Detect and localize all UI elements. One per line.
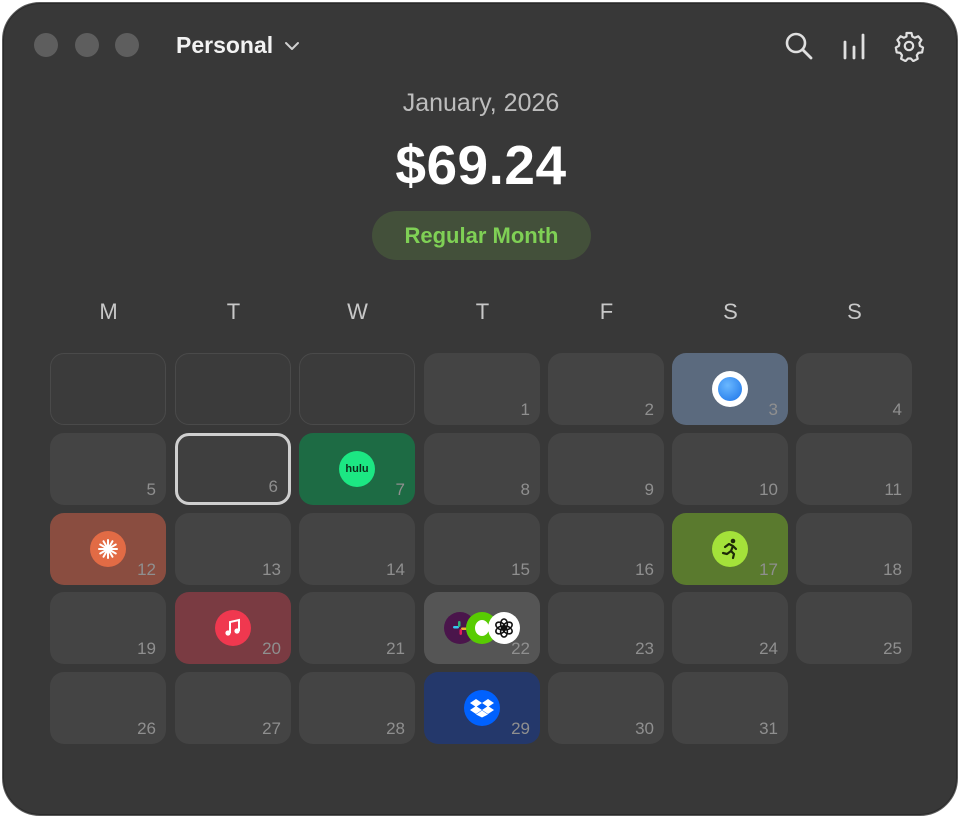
calendar-day-14[interactable]: 14 (299, 513, 415, 585)
app-window: Personal January, 2026 $69.24 Regular Mo… (2, 2, 958, 816)
apple-music-icon (215, 610, 251, 646)
day-number: 29 (511, 719, 530, 738)
day-number: 2 (644, 400, 654, 419)
close-window-button[interactable] (34, 33, 58, 57)
calendar-day-30[interactable]: 30 (548, 672, 664, 744)
day-number: 27 (262, 719, 281, 738)
calendar-day-29[interactable]: 29 (424, 672, 540, 744)
dropbox-icon (464, 690, 500, 726)
day-number: 18 (883, 560, 902, 579)
calendar-empty-cell (50, 353, 166, 425)
calendar-day-1[interactable]: 1 (424, 353, 540, 425)
fitness-icon (712, 531, 748, 567)
day-number: 6 (268, 477, 278, 496)
month-title: January, 2026 (402, 89, 560, 117)
day-number: 21 (386, 639, 405, 658)
circle-app-icon (712, 371, 748, 407)
day-number: 5 (146, 480, 156, 499)
calendar-day-22[interactable]: 22 (424, 592, 540, 664)
day-number: 8 (520, 480, 530, 499)
claude-icon (90, 531, 126, 567)
day-number: 24 (759, 639, 778, 658)
calendar-day-26[interactable]: 26 (50, 672, 166, 744)
calendar-day-15[interactable]: 15 (424, 513, 540, 585)
day-number: 20 (262, 639, 281, 658)
hulu-icon: hulu (339, 451, 375, 487)
calendar-day-13[interactable]: 13 (175, 513, 291, 585)
calendar-day-18[interactable]: 18 (796, 513, 912, 585)
calendar-day-9[interactable]: 9 (548, 433, 664, 505)
day-number: 11 (884, 480, 902, 499)
day-number: 30 (635, 719, 654, 738)
account-selector[interactable]: Personal (176, 32, 301, 59)
day-number: 13 (262, 560, 281, 579)
weekday-label: T (475, 299, 490, 324)
calendar-day-28[interactable]: 28 (299, 672, 415, 744)
minimize-window-button[interactable] (75, 33, 99, 57)
calendar-day-5[interactable]: 5 (50, 433, 166, 505)
calendar-day-25[interactable]: 25 (796, 592, 912, 664)
calendar-day-31[interactable]: 31 (672, 672, 788, 744)
calendar-day-23[interactable]: 23 (548, 592, 664, 664)
weekday-label: M (99, 299, 118, 324)
day-number: 7 (395, 480, 405, 499)
day-number: 3 (768, 400, 778, 419)
day-number: 1 (520, 400, 530, 419)
calendar-empty-cell (175, 353, 291, 425)
month-status-badge: Regular Month (372, 211, 591, 260)
calendar-day-19[interactable]: 19 (50, 592, 166, 664)
account-label: Personal (176, 32, 274, 58)
day-number: 28 (386, 719, 405, 738)
day-number: 17 (759, 560, 778, 579)
weekday-label: F (599, 299, 614, 324)
day-number: 15 (511, 560, 530, 579)
day-number: 9 (644, 480, 654, 499)
stats-icon[interactable] (839, 30, 871, 62)
calendar-day-3[interactable]: 3 (672, 353, 788, 425)
day-number: 4 (892, 400, 902, 419)
settings-icon[interactable] (893, 30, 925, 62)
calendar-empty-cell (299, 353, 415, 425)
calendar-day-7[interactable]: hulu 7 (299, 433, 415, 505)
calendar-day-17[interactable]: 17 (672, 513, 788, 585)
calendar-day-20[interactable]: 20 (175, 592, 291, 664)
weekday-label: S (847, 299, 862, 324)
weekday-label: W (347, 299, 368, 324)
calendar-day-12[interactable]: 12 (50, 513, 166, 585)
calendar-day-4[interactable]: 4 (796, 353, 912, 425)
calendar-day-2[interactable]: 2 (548, 353, 664, 425)
calendar-day-27[interactable]: 27 (175, 672, 291, 744)
search-icon[interactable] (783, 30, 815, 62)
calendar-day-10[interactable]: 10 (672, 433, 788, 505)
calendar-day-21[interactable]: 21 (299, 592, 415, 664)
day-number: 26 (137, 719, 156, 738)
calendar-day-6[interactable]: 6 (175, 433, 291, 505)
day-number: 23 (635, 639, 654, 658)
day-number: 14 (386, 560, 405, 579)
chevron-down-icon (285, 41, 300, 50)
calendar-day-11[interactable]: 11 (796, 433, 912, 505)
day-number: 10 (759, 480, 778, 499)
calendar-day-24[interactable]: 24 (672, 592, 788, 664)
weekday-label: T (226, 299, 241, 324)
calendar-day-16[interactable]: 16 (548, 513, 664, 585)
day-number: 22 (511, 639, 530, 658)
calendar-day-8[interactable]: 8 (424, 433, 540, 505)
day-number: 19 (137, 639, 156, 658)
zoom-window-button[interactable] (115, 33, 139, 57)
day-number: 25 (883, 639, 902, 658)
day-number: 31 (759, 719, 778, 738)
day-number: 12 (137, 560, 156, 579)
monthly-total: $69.24 (395, 134, 567, 196)
day-number: 16 (635, 560, 654, 579)
weekday-label: S (723, 299, 738, 324)
